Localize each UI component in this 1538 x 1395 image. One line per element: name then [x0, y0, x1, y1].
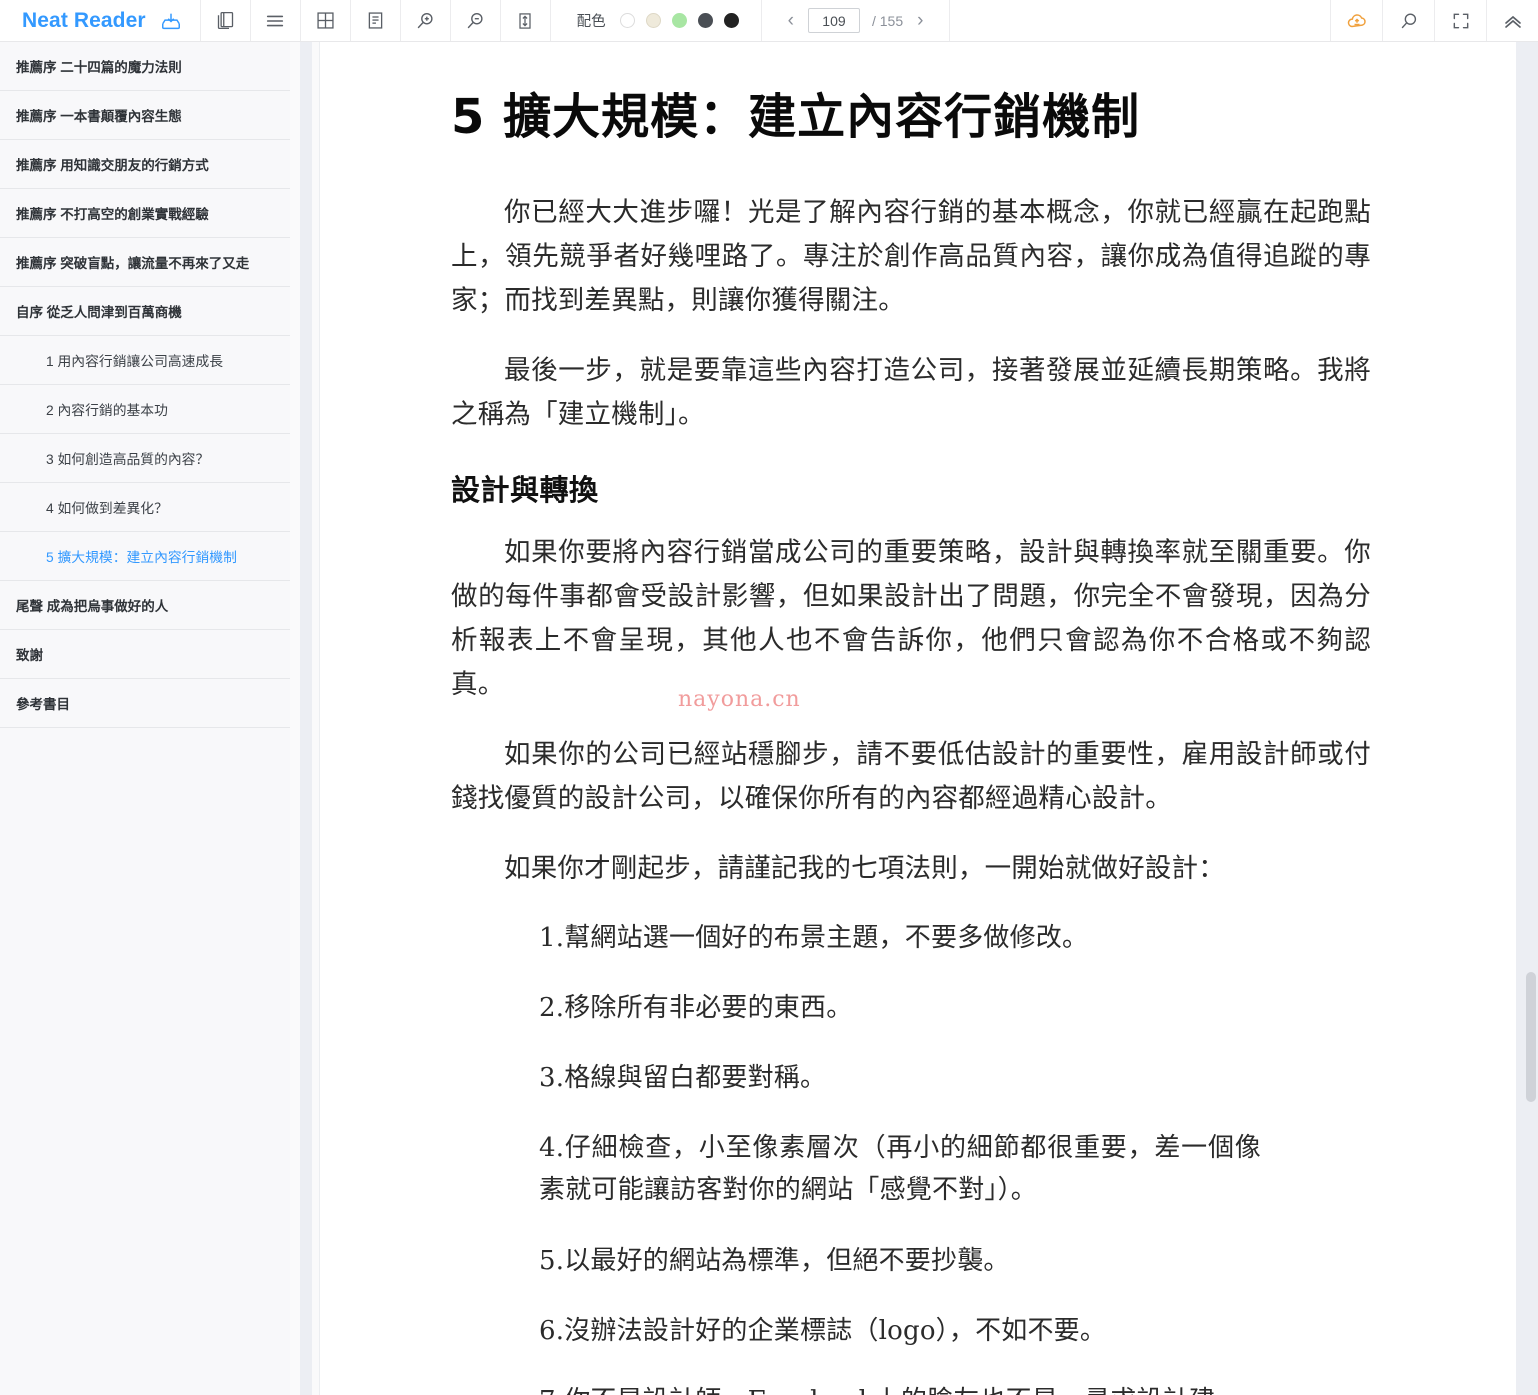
toc-item-label: 1 用內容行銷讓公司高速成長: [46, 354, 224, 369]
toc-item-label: 推薦序 一本書顛覆內容生態: [16, 109, 182, 124]
toc-list: 推薦序 二十四篇的魔力法則 推薦序 一本書顛覆內容生態 推薦序 用知識交朋友的行…: [0, 42, 290, 728]
toc-item-label: 自序 從乏人問津到百萬商機: [16, 305, 182, 320]
paragraph-1: 你已經大大進步囉！光是了解內容行銷的基本概念，你就已經贏在起跑點上，領先競爭者好…: [451, 197, 1371, 317]
page-navigation: ‹ / 155 ›: [762, 0, 951, 41]
toc-item-label: 推薦序 突破盲點，讓流量不再來了又走: [16, 256, 250, 271]
right-rail: [1516, 42, 1538, 1395]
brand[interactable]: Neat Reader: [0, 0, 201, 41]
toc-item-9[interactable]: 4 如何做到差異化？: [0, 483, 290, 532]
toc-item-1[interactable]: 推薦序 一本書顛覆內容生態: [0, 91, 290, 140]
cloud-sync-icon[interactable]: [1330, 0, 1382, 41]
toc-item-13[interactable]: 參考書目: [0, 679, 290, 728]
toc-item-label: 4 如何做到差異化？: [46, 501, 168, 516]
toc-item-label: 參考書目: [16, 697, 70, 712]
note-panel-icon[interactable]: [351, 0, 401, 41]
paragraph-4: 如果你的公司已經站穩腳步，請不要低估設計的重要性，雇用設計師或付錢找優質的設計公…: [451, 739, 1371, 815]
fullscreen-icon[interactable]: [1434, 0, 1486, 41]
next-page-button[interactable]: ›: [915, 11, 925, 30]
zoom-in-icon[interactable]: [401, 0, 451, 41]
theme-swatch-black[interactable]: [723, 13, 739, 28]
paragraph-5: 如果你才剛起步，請謹記我的七項法則，一開始就做好設計：: [504, 853, 1225, 885]
list-item: 1.幫網站選一個好的布景主題，不要多做修改。: [539, 923, 1089, 953]
design-rules-list: 1.幫網站選一個好的布景主題，不要多做修改。 2.移除所有非必要的東西。 3.格…: [451, 917, 1371, 1395]
reader-content: 5 擴大規模：建立內容行銷機制 你已經大大進步囉！光是了解內容行銷的基本概念，你…: [321, 42, 1516, 1395]
toc-item-label: 推薦序 不打高空的創業實戰經驗: [16, 207, 209, 222]
theme-swatch-green[interactable]: [671, 13, 687, 28]
neat-reader-app: Neat Reader 配色 ‹ 109 / 155 › 推薦序 二十四篇的魔力…: [0, 0, 1538, 1395]
vertical-scrollbar[interactable]: [1524, 42, 1538, 1395]
list-item: 5.以最好的網站為標準，但絕不要抄襲。: [539, 1245, 1010, 1276]
color-theme-label: 配色: [576, 14, 606, 30]
grid-view-icon[interactable]: [301, 0, 351, 41]
list-item: 4.仔細檢查，小至像素層次（再小的細節都很重要，差一個像素就可能讓訪客對你的網站…: [539, 1133, 1261, 1206]
toc-item-12[interactable]: 致謝: [0, 630, 290, 679]
paragraph-3: 如果你要將內容行銷當成公司的重要策略，設計與轉換率就至關重要。你做的每件事都會受…: [451, 537, 1371, 701]
toc-item-6[interactable]: 1 用內容行銷讓公司高速成長: [0, 336, 290, 385]
list-item: 7.你不是設計師，Facebook上的臉友也不是，尋求設計建: [451, 1380, 1371, 1395]
toc-item-0[interactable]: 推薦序 二十四篇的魔力法則: [0, 42, 290, 91]
toc-item-4[interactable]: 推薦序 突破盲點，讓流量不再來了又走: [0, 238, 290, 287]
search-icon[interactable]: [1382, 0, 1434, 41]
page-title: 5 擴大規模：建立內容行銷機制: [451, 89, 1141, 145]
toc-item-2[interactable]: 推薦序 用知識交朋友的行銷方式: [0, 140, 290, 189]
sidebar-content-gutter: [290, 42, 320, 1395]
fit-height-icon[interactable]: [501, 0, 551, 41]
toc-item-5[interactable]: 自序 從乏人問津到百萬商機: [0, 287, 290, 336]
book-page: 5 擴大規模：建立內容行銷機制 你已經大大進步囉！光是了解內容行銷的基本概念，你…: [321, 42, 1516, 1395]
sidebar-toc: 推薦序 二十四篇的魔力法則 推薦序 一本書顛覆內容生態 推薦序 用知識交朋友的行…: [0, 42, 290, 1395]
toc-list-icon[interactable]: [251, 0, 301, 41]
list-item: 6.沒辦法設計好的企業標誌（logo），不如不要。: [539, 1315, 1107, 1346]
toolbar: Neat Reader 配色 ‹ 109 / 155 ›: [0, 0, 1538, 42]
toc-item-label: 推薦序 二十四篇的魔力法則: [16, 60, 182, 75]
app-title: Neat Reader: [22, 8, 146, 32]
zoom-out-icon[interactable]: [451, 0, 501, 41]
gutter-band: [300, 42, 312, 1395]
prev-page-button[interactable]: ‹: [786, 11, 796, 30]
collapse-toolbar-icon[interactable]: [1486, 0, 1538, 41]
toc-item-label: 尾聲 成為把烏事做好的人: [16, 599, 169, 614]
toc-item-label: 3 如何創造高品質的內容？: [46, 452, 210, 467]
toc-item-11[interactable]: 尾聲 成為把烏事做好的人: [0, 581, 290, 630]
toc-item-3[interactable]: 推薦序 不打高空的創業實戰經驗: [0, 189, 290, 238]
list-item: 3.格線與留白都要對稱。: [539, 1063, 827, 1094]
color-theme-group: 配色: [551, 0, 762, 41]
paragraph-2: 最後一步，就是要靠這些內容打造公司，接著發展並延續長期策略。我將之稱為「建立機制…: [451, 355, 1371, 431]
list-item: 2.移除所有非必要的東西。: [539, 993, 853, 1024]
page-number-input[interactable]: [807, 8, 860, 33]
toc-item-label: 5 擴大規模：建立內容行銷機制: [46, 550, 237, 565]
theme-swatch-gray[interactable]: [697, 13, 713, 28]
toc-item-label: 致謝: [16, 648, 43, 663]
scrollbar-thumb[interactable]: [1526, 972, 1536, 1102]
page-total-label: / 155: [871, 12, 904, 29]
toc-item-label: 2 內容行銷的基本功: [46, 403, 168, 418]
toc-item-8[interactable]: 3 如何創造高品質的內容？: [0, 434, 290, 483]
theme-swatch-white[interactable]: [619, 13, 635, 28]
toc-item-7[interactable]: 2 內容行銷的基本功: [0, 385, 290, 434]
toc-item-10-current[interactable]: 5 擴大規模：建立內容行銷機制: [0, 532, 290, 581]
theme-swatch-sepia[interactable]: [645, 13, 661, 28]
two-page-view-icon[interactable]: [201, 0, 251, 41]
import-book-icon[interactable]: [160, 10, 182, 32]
section-heading: 設計與轉換: [451, 473, 599, 508]
toc-item-label: 推薦序 用知識交朋友的行銷方式: [16, 158, 209, 173]
